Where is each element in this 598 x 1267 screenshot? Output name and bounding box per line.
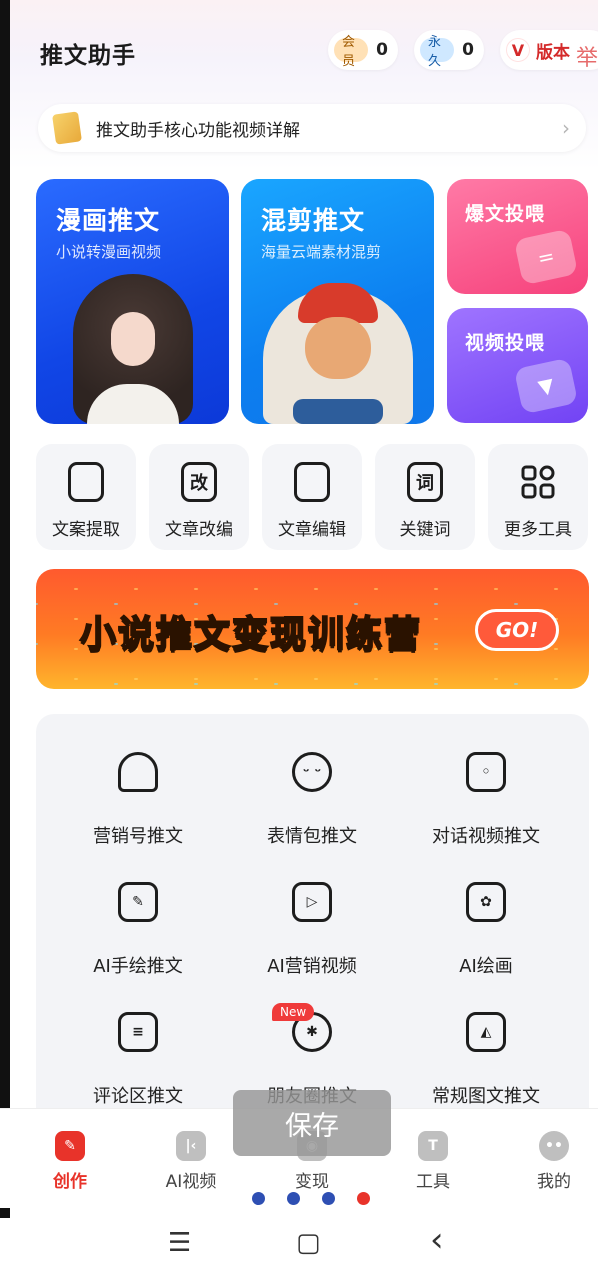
mix-card-subtitle: 海量云端素材混剪: [261, 243, 382, 261]
copy-extract-icon: [68, 462, 104, 502]
ai-video-tab-icon: |‹: [176, 1131, 206, 1161]
forever-chip[interactable]: 永久 0: [414, 30, 484, 70]
tool-article-adapt[interactable]: 改 文章改编: [149, 444, 249, 550]
training-camp-banner[interactable]: 小说推文变现训练营 GO!: [36, 569, 589, 689]
tab-ai-video[interactable]: |‹ AI视频: [151, 1131, 231, 1192]
grid-item-emoji[interactable]: ᵕ ᵕ 表情包推文: [220, 752, 404, 848]
grid-item-ai-painting[interactable]: ✿ AI绘画: [394, 882, 578, 978]
watermark-text: 举: [575, 46, 598, 71]
mix-tweet-card[interactable]: 混剪推文 海量云端素材混剪: [241, 179, 434, 424]
grid-item-dialogue-video[interactable]: ◦ 对话视频推文: [394, 752, 578, 848]
profile-face-icon: ••: [539, 1131, 569, 1161]
comment-icon: ≡: [118, 1012, 158, 1052]
anime-girl-illustration: [72, 274, 193, 424]
new-badge: New: [272, 1003, 315, 1021]
member-chip[interactable]: 会员 0: [328, 30, 398, 70]
forever-count: 0: [462, 40, 474, 60]
grid-apps-icon: [520, 462, 556, 502]
tool-extract-copy[interactable]: 文案提取: [36, 444, 136, 550]
drawing-icon: ✎: [118, 882, 158, 922]
page-dot-active: [357, 1192, 370, 1205]
tab-label: 我的: [537, 1172, 571, 1192]
adapt-icon: 改: [181, 462, 217, 502]
go-button[interactable]: GO!: [475, 609, 559, 651]
left-edge-strip: [0, 0, 10, 1267]
tool-more[interactable]: 更多工具: [488, 444, 588, 550]
tab-label: 工具: [416, 1172, 450, 1192]
play-triangle-icon: ▼: [513, 357, 579, 415]
tool-article-edit[interactable]: 文章编辑: [262, 444, 362, 550]
tool-label: 更多工具: [504, 520, 572, 540]
image-text-icon: ◭: [466, 1012, 506, 1052]
comic-card-subtitle: 小说转漫画视频: [56, 243, 162, 261]
edit-document-icon: [294, 462, 330, 502]
keyword-icon: 词: [407, 462, 443, 502]
grid-item-comments[interactable]: ≡ 评论区推文: [46, 1012, 230, 1108]
emoji-icon: ᵕ ᵕ: [292, 752, 332, 792]
comic-card-title: 漫画推文: [56, 206, 161, 235]
tab-label: AI视频: [165, 1172, 217, 1192]
tool-label: 文章编辑: [278, 520, 346, 540]
chevron-right-icon: ›: [562, 116, 570, 140]
create-icon: ✎: [55, 1131, 85, 1161]
explode-feed-card[interactable]: 爆文投喂 =: [447, 179, 588, 294]
version-label: 版本: [536, 42, 570, 63]
forever-tag: 永久: [420, 35, 455, 69]
system-navigation-bar: ☰ ▢ ‹: [0, 1218, 598, 1267]
notice-text: 推文助手核心功能视频详解: [96, 120, 300, 141]
banner-title-highlight: 变现: [231, 613, 309, 656]
ai-palette-icon: ✿: [466, 882, 506, 922]
grid-item-label: 常规图文推文: [432, 1086, 540, 1107]
mix-card-title: 混剪推文: [261, 206, 366, 235]
grid-item-ai-handdrawn[interactable]: ✎ AI手绘推文: [46, 882, 230, 978]
grid-item-label: 表情包推文: [267, 826, 357, 847]
chat-bubble-icon: ◦: [466, 752, 506, 792]
tab-create[interactable]: ✎ 创作: [30, 1131, 110, 1192]
save-toast[interactable]: 保存: [233, 1090, 391, 1156]
cartoon-boy-illustration: [262, 283, 413, 424]
back-icon[interactable]: ‹: [430, 1220, 444, 1260]
grid-item-label: 营销号推文: [93, 826, 183, 847]
tools-tab-icon: T: [418, 1131, 448, 1161]
app-title: 推文助手: [40, 43, 136, 69]
grid-item-label: 评论区推文: [93, 1086, 183, 1107]
member-tag: 会员: [334, 35, 369, 69]
book-icon: [52, 111, 82, 145]
explode-card-title: 爆文投喂: [465, 203, 546, 225]
page-dot: [322, 1192, 335, 1205]
tab-label: 创作: [53, 1172, 87, 1192]
home-icon[interactable]: ▢: [296, 1228, 321, 1258]
banner-title: 小说推文变现训练营: [79, 605, 423, 657]
page-dot: [287, 1192, 300, 1205]
banner-title-part1: 小说推文: [79, 613, 233, 656]
notice-bar[interactable]: 推文助手核心功能视频详解 ›: [38, 104, 586, 152]
header: 推文助手 会员 0 永久 0 V 版本 举: [40, 26, 598, 72]
page-dot: [252, 1192, 265, 1205]
tool-label: 关键词: [399, 520, 451, 540]
video-feed-card[interactable]: 视频投喂 ▼: [447, 308, 588, 423]
menu-icon[interactable]: ☰: [168, 1228, 191, 1258]
tool-label: 文案提取: [52, 520, 120, 540]
grid-item-label: AI营销视频: [267, 956, 357, 977]
tool-label: 文章改编: [165, 520, 233, 540]
tab-label: 变现: [295, 1172, 329, 1192]
grid-item-label: AI绘画: [459, 956, 513, 977]
grid-item-ai-marketing-video[interactable]: ▷ AI营销视频: [220, 882, 404, 978]
tab-tools[interactable]: T 工具: [393, 1131, 473, 1192]
tab-profile[interactable]: •• 我的: [514, 1131, 594, 1192]
page-indicator: [252, 1192, 370, 1205]
document-lines-icon: =: [513, 228, 579, 286]
banner-title-part2: 训练营: [307, 613, 423, 656]
grid-item-image-text[interactable]: ◭ 常规图文推文: [394, 1012, 578, 1108]
grid-item-label: 对话视频推文: [432, 826, 540, 847]
person-icon: [118, 752, 158, 792]
member-count: 0: [376, 40, 388, 60]
grid-item-label: AI手绘推文: [93, 956, 183, 977]
tool-keywords[interactable]: 词 关键词: [375, 444, 475, 550]
ai-video-icon: ▷: [292, 882, 332, 922]
video-card-title: 视频投喂: [465, 332, 546, 354]
version-icon: V: [506, 38, 530, 62]
grid-item-marketing[interactable]: 营销号推文: [46, 752, 230, 848]
comic-tweet-card[interactable]: 漫画推文 小说转漫画视频: [36, 179, 229, 424]
